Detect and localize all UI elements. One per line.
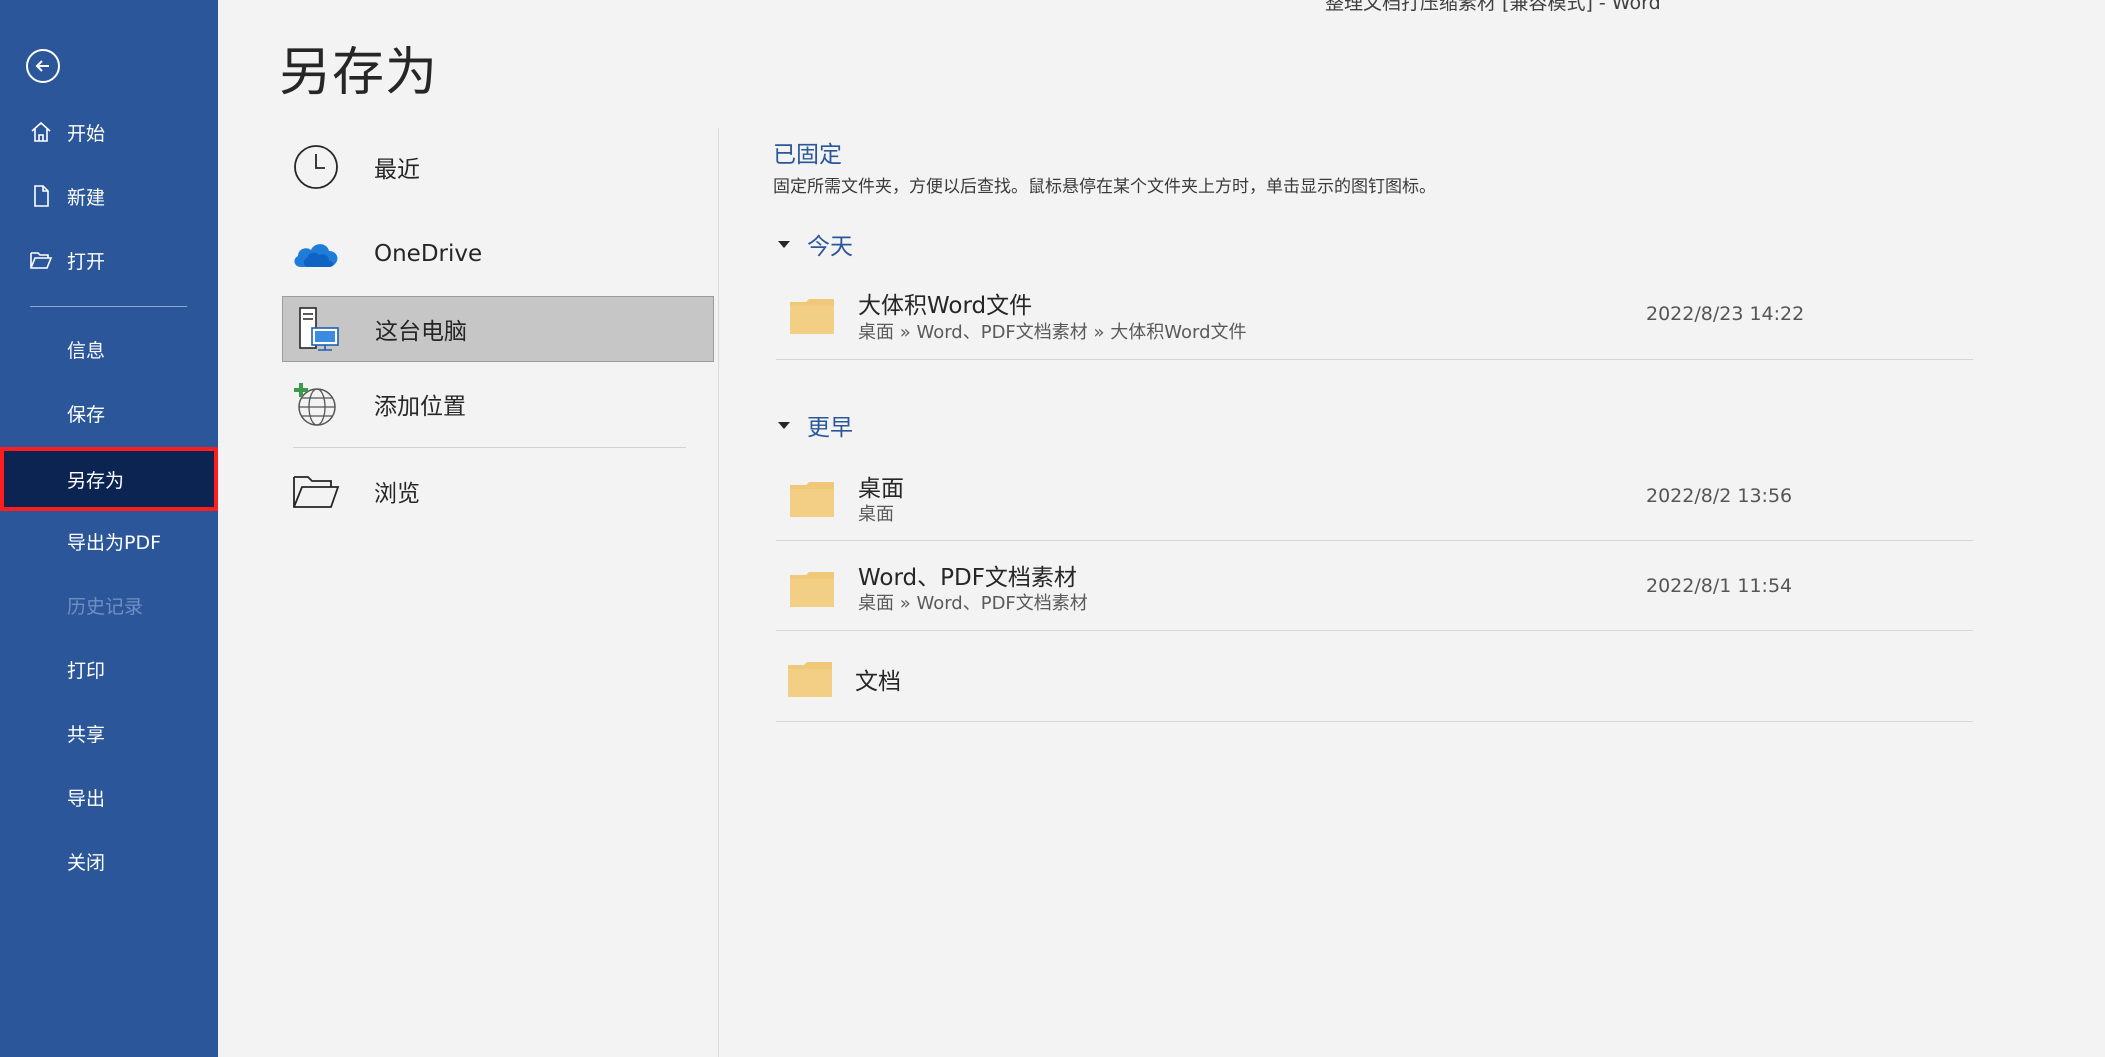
onedrive-cloud-icon [290,228,342,280]
group-header-today[interactable]: 今天 [778,227,853,261]
folder-row[interactable]: 桌面 桌面 2022/8/2 13:56 [776,452,1973,541]
folder-date: 2022/8/2 13:56 [1646,485,1793,507]
open-folder-icon [29,248,53,272]
collapse-triangle-icon [778,240,790,248]
group-label: 更早 [807,415,853,441]
pinned-section-title: 已固定 [773,142,842,168]
folder-path: 桌面 » Word、PDF文档素材 [858,593,1088,614]
location-label: 浏览 [374,481,420,507]
nav-item-save-as[interactable]: 另存为 [0,447,218,511]
location-onedrive[interactable]: OneDrive [282,221,714,287]
folder-name: Word、PDF文档素材 [858,565,1077,591]
folder-path: 桌面 » Word、PDF文档素材 » 大体积Word文件 [858,322,1247,343]
nav-item-label: 导出为PDF [67,531,162,554]
nav-item-print[interactable]: 打印 [0,649,218,689]
location-label: OneDrive [374,241,483,267]
backstage-nav: 开始 新建 打开 信息 保存 另存为 导出为PDF 历史记录 打印 共享 导出 … [0,0,218,1057]
folder-path: 桌面 [858,504,894,525]
back-button[interactable] [26,49,60,83]
location-browse[interactable]: 浏览 [282,458,714,524]
folder-name: 大体积Word文件 [858,293,1033,319]
location-label: 这台电脑 [375,319,467,345]
group-label: 今天 [807,234,853,260]
back-arrow-icon [35,60,49,72]
location-label: 添加位置 [374,394,466,420]
folder-name: 桌面 [858,476,904,502]
folder-row[interactable]: Word、PDF文档素材 桌面 » Word、PDF文档素材 2022/8/1 … [776,541,1973,631]
group-header-earlier[interactable]: 更早 [778,408,853,442]
this-pc-icon [291,303,343,355]
location-label: 最近 [374,157,420,183]
new-doc-icon [29,184,53,208]
nav-item-label: 历史记录 [67,595,144,618]
home-icon [29,120,53,144]
collapse-triangle-icon [778,421,790,429]
nav-item-open[interactable]: 打开 [0,240,218,280]
folder-row[interactable]: 文档 [776,631,1973,722]
folder-row[interactable]: 大体积Word文件 桌面 » Word、PDF文档素材 » 大体积Word文件 … [776,272,1973,360]
nav-item-share[interactable]: 共享 [0,713,218,753]
location-recent[interactable]: 最近 [282,134,714,200]
nav-item-label: 另存为 [67,469,125,492]
folder-date: 2022/8/23 14:22 [1646,303,1805,325]
browse-folder-icon [290,465,342,517]
clock-icon [290,141,342,193]
nav-item-export[interactable]: 导出 [0,777,218,817]
nav-item-close[interactable]: 关闭 [0,841,218,881]
nav-item-history: 历史记录 [0,585,218,625]
locations-divider [293,447,686,448]
nav-item-label: 打开 [67,250,106,273]
nav-item-export-pdf[interactable]: 导出为PDF [0,521,218,561]
nav-divider [30,306,187,307]
folder-icon [790,299,834,334]
nav-item-label: 新建 [67,186,106,209]
nav-item-label: 开始 [67,122,106,145]
nav-item-info[interactable]: 信息 [0,329,218,369]
nav-item-home[interactable]: 开始 [0,112,218,152]
add-location-globe-icon [290,378,342,430]
nav-item-label: 导出 [67,787,106,810]
pinned-section-description: 固定所需文件夹，方便以后查找。鼠标悬停在某个文件夹上方时，单击显示的图钉图标。 [773,177,1436,197]
location-this-pc[interactable]: 这台电脑 [282,296,714,362]
folder-icon [790,482,834,517]
nav-item-save[interactable]: 保存 [0,393,218,433]
location-add-place[interactable]: 添加位置 [282,371,714,437]
nav-item-label: 打印 [67,659,106,682]
nav-item-label: 共享 [67,723,106,746]
folder-name: 文档 [855,669,901,695]
folder-icon [790,572,834,607]
nav-item-label: 关闭 [67,851,106,874]
folder-icon [788,662,832,697]
document-title: 整理文档打压缩素材 [兼容模式] - Word [1325,0,1661,14]
page-title: 另存为 [279,43,439,103]
folder-date: 2022/8/1 11:54 [1646,575,1793,597]
nav-item-label: 信息 [67,339,106,362]
nav-item-label: 保存 [67,403,106,426]
nav-item-new[interactable]: 新建 [0,176,218,216]
column-divider [718,128,719,1057]
